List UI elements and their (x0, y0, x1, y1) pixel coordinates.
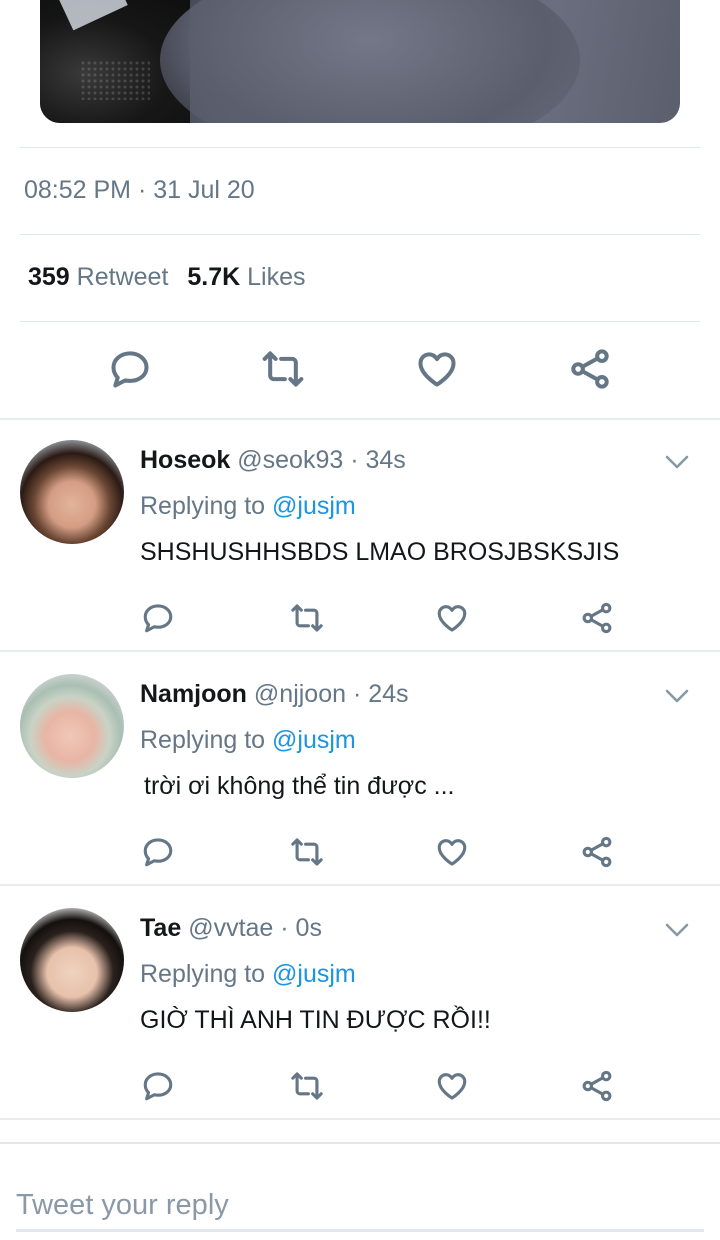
display-name[interactable]: Namjoon (140, 680, 247, 708)
divider (20, 321, 700, 322)
chevron-down-icon[interactable] (664, 688, 690, 704)
retweet-count: 359 (28, 263, 70, 291)
retweet-icon (291, 604, 323, 632)
section-separator (0, 1118, 720, 1120)
retweet-button[interactable] (289, 834, 325, 870)
reply-composer (0, 1142, 720, 1240)
replying-prefix: Replying to (140, 726, 266, 754)
avatar[interactable] (20, 908, 124, 1012)
like-button[interactable] (434, 834, 470, 870)
share-icon (571, 349, 609, 389)
reply-button[interactable] (140, 1068, 176, 1104)
retweet-icon (262, 351, 304, 387)
retweet-stat[interactable]: 359 Retweet (28, 263, 168, 291)
replying-to: Replying to @jusjm (140, 960, 356, 989)
reply-icon (111, 351, 149, 388)
reply-action-bar (0, 1068, 720, 1104)
reply-tweet[interactable]: Tae @vvtae · 0s Replying to @jusjm GIỜ T… (0, 886, 720, 1118)
retweet-icon (291, 838, 323, 866)
retweet-button[interactable] (289, 1068, 325, 1104)
share-button[interactable] (579, 834, 615, 870)
chevron-down-icon[interactable] (664, 454, 690, 470)
replying-to: Replying to @jusjm (140, 726, 356, 755)
retweet-button[interactable] (289, 600, 325, 636)
heart-icon (437, 1073, 467, 1100)
retweet-label: Retweet (76, 263, 169, 291)
chevron-down-icon[interactable] (664, 922, 690, 938)
tweet-timestamp: 08:52 PM · 31 Jul 20 (24, 176, 255, 204)
share-button[interactable] (567, 346, 613, 392)
avatar[interactable] (20, 440, 124, 544)
display-name[interactable]: Tae (140, 914, 181, 942)
replying-prefix: Replying to (140, 492, 266, 520)
heart-icon (437, 839, 467, 866)
share-icon (582, 602, 612, 634)
reply-text: SHSHUSHHSBDS LMAO BROSJBSKSJIS (140, 538, 620, 566)
media-sleeve (160, 0, 580, 123)
handle-time: @vvtae · 0s (188, 914, 322, 942)
reply-button[interactable] (107, 346, 153, 392)
reply-header: Tae @vvtae · 0s (140, 914, 322, 943)
reply-action-bar (0, 600, 720, 636)
likes-count: 5.7K (187, 263, 241, 291)
like-button[interactable] (434, 600, 470, 636)
reply-icon (143, 604, 173, 633)
share-icon (582, 836, 612, 868)
divider (20, 234, 700, 235)
mention-link[interactable]: @jusjm (272, 492, 356, 520)
replying-prefix: Replying to (140, 960, 266, 988)
reply-tweet[interactable]: Hoseok @seok93 · 34s Replying to @jusjm … (0, 418, 720, 650)
reply-tweet[interactable]: Namjoon @njjoon · 24s Replying to @jusjm… (0, 652, 720, 884)
tweet-action-bar (0, 346, 720, 396)
reply-input[interactable] (16, 1182, 704, 1232)
heart-icon (418, 352, 456, 387)
divider (20, 147, 700, 148)
reply-header: Hoseok @seok93 · 34s (140, 446, 406, 475)
share-icon (582, 1070, 612, 1102)
reply-button[interactable] (140, 834, 176, 870)
display-name[interactable]: Hoseok (140, 446, 230, 474)
reply-text: trời ơi không thể tin được ... (144, 772, 455, 800)
tweet-stats: 359 Retweet 5.7K Likes (28, 263, 305, 292)
media-texture (80, 60, 150, 100)
like-button[interactable] (434, 1068, 470, 1104)
heart-icon (437, 605, 467, 632)
mention-link[interactable]: @jusjm (272, 726, 356, 754)
likes-stat[interactable]: 5.7K Likes (187, 263, 305, 291)
retweet-button[interactable] (260, 346, 306, 392)
mention-link[interactable]: @jusjm (272, 960, 356, 988)
like-button[interactable] (414, 346, 460, 392)
share-button[interactable] (579, 1068, 615, 1104)
retweet-icon (291, 1072, 323, 1100)
reply-text: GIỜ THÌ ANH TIN ĐƯỢC RỒI!! (140, 1006, 491, 1034)
likes-label: Likes (247, 263, 306, 291)
avatar[interactable] (20, 674, 124, 778)
reply-button[interactable] (140, 600, 176, 636)
handle-time: @njjoon · 24s (253, 680, 409, 708)
handle-time: @seok93 · 34s (237, 446, 406, 474)
share-button[interactable] (579, 600, 615, 636)
replying-to: Replying to @jusjm (140, 492, 356, 521)
reply-icon (143, 838, 173, 867)
reply-icon (143, 1072, 173, 1101)
reply-header: Namjoon @njjoon · 24s (140, 680, 409, 709)
tweet-media-image[interactable] (40, 0, 680, 123)
reply-action-bar (0, 834, 720, 870)
